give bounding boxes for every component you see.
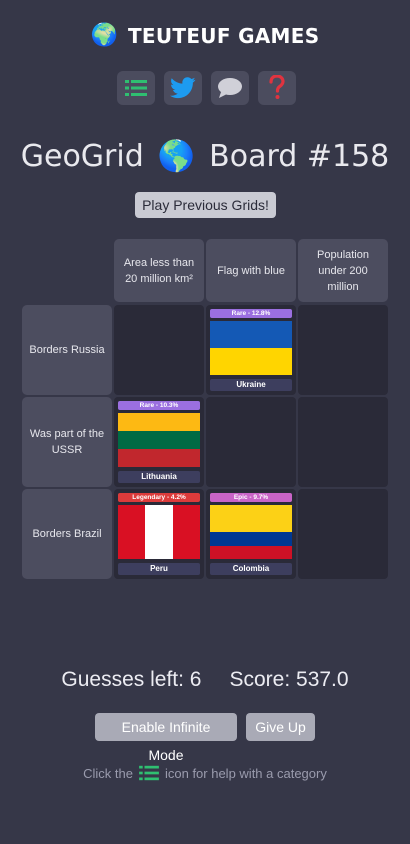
score: Score: 537.0 — [229, 668, 349, 691]
country-name: Peru — [118, 563, 200, 575]
row-header-1: Borders Russia — [22, 305, 112, 395]
list-icon — [139, 765, 159, 781]
grid-cell-r2c3[interactable] — [298, 397, 388, 487]
grid-cell-r1c1[interactable] — [114, 305, 204, 395]
row-header-3: Borders Brazil — [22, 489, 112, 579]
flag-peru — [118, 505, 200, 559]
grid-cell-r3c3[interactable] — [298, 489, 388, 579]
flag-ukraine — [210, 321, 292, 375]
grid-cell-r1c2[interactable]: Rare - 12.8% Ukraine — [206, 305, 296, 395]
game-stats: Guesses left: 6 Score: 537.0 — [0, 666, 410, 694]
row-header-label: Borders Brazil — [32, 528, 102, 540]
column-header-label: Flag with blue — [217, 264, 285, 277]
question-mark-icon — [269, 75, 285, 99]
rarity-badge: Epic - 9.7% — [210, 493, 292, 502]
feedback-button[interactable] — [211, 71, 249, 105]
rarity-badge: Rare - 12.8% — [210, 309, 292, 318]
give-up-button[interactable]: Give Up — [246, 713, 315, 741]
column-header-2: Flag with blue — [206, 239, 296, 302]
country-name: Lithuania — [118, 471, 200, 483]
country-name: Ukraine — [210, 379, 292, 391]
brand-header[interactable]: 🌍 TEUTEUF GAMES — [0, 22, 410, 50]
twitter-bird-icon — [170, 77, 196, 99]
brand-name[interactable]: TEUTEUF GAMES — [128, 24, 319, 48]
list-icon — [125, 80, 147, 96]
grid-cell-r3c1[interactable]: Legendary - 4.2% Peru — [114, 489, 204, 579]
flag-lithuania — [118, 413, 200, 467]
grid-cell-r1c3[interactable] — [298, 305, 388, 395]
speech-bubble-icon — [218, 78, 242, 98]
grid-cell-r2c2[interactable] — [206, 397, 296, 487]
action-buttons: Enable Infinite Mode Give Up — [95, 713, 315, 763]
row-header-label: Borders Russia — [29, 344, 105, 356]
globe-icon: 🌎 — [157, 139, 196, 174]
how-to-play-button[interactable] — [258, 71, 296, 105]
twitter-button[interactable] — [164, 71, 202, 105]
title-game-name: GeoGrid — [20, 139, 144, 174]
title-board-number: Board #158 — [209, 139, 390, 174]
page-title: GeoGrid 🌎 Board #158 — [0, 138, 410, 176]
help-text-before: Click the — [83, 765, 133, 781]
guesses-left: Guesses left: 6 — [61, 668, 202, 691]
flag-colombia — [210, 505, 292, 559]
row-header-2: Was part of the USSR — [22, 397, 112, 487]
enable-infinite-mode-button[interactable]: Enable Infinite Mode — [95, 713, 237, 763]
rarity-badge: Rare - 10.3% — [118, 401, 200, 410]
categories-help-button[interactable] — [117, 71, 155, 105]
country-name: Colombia — [210, 563, 292, 575]
grid-cell-r2c1[interactable]: Rare - 10.3% Lithuania — [114, 397, 204, 487]
column-header-1: Area less than 20 million km² — [114, 239, 204, 302]
rarity-badge: Legendary - 4.2% — [118, 493, 200, 502]
help-hint: Click the icon for help with a category — [0, 764, 410, 782]
globe-icon: 🌍 — [90, 23, 118, 48]
play-previous-grids-button[interactable]: Play Previous Grids! — [135, 192, 276, 218]
column-header-3: Population under 200 million — [298, 239, 388, 302]
grid-cell-r3c2[interactable]: Epic - 9.7% Colombia — [206, 489, 296, 579]
column-header-label: Population under 200 million — [317, 248, 369, 293]
row-header-label: Was part of the USSR — [29, 428, 105, 456]
toolbar — [117, 71, 296, 105]
game-page: 🌍 TEUTEUF GAMES GeoGrid 🌎 Board #158 Pla… — [0, 0, 410, 844]
column-header-label: Area less than 20 million km² — [123, 256, 195, 285]
help-text-after: icon for help with a category — [164, 765, 327, 781]
